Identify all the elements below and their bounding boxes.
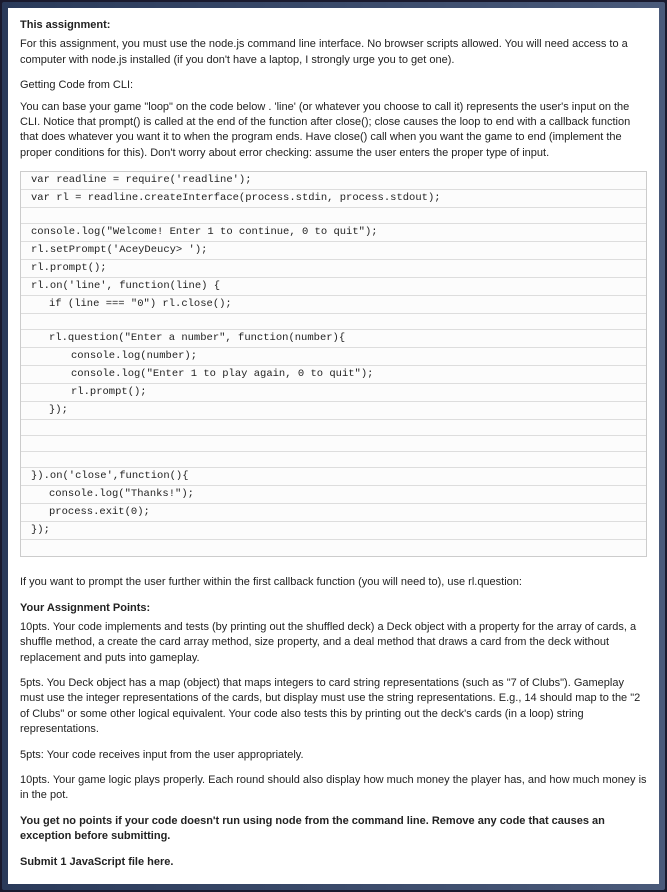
assignment-heading: This assignment:	[20, 18, 647, 33]
code-line: rl.question("Enter a number", function(n…	[21, 330, 646, 348]
code-line: process.exit(0);	[21, 504, 646, 522]
code-line: console.log("Welcome! Enter 1 to continu…	[21, 224, 646, 242]
warning-paragraph: You get no points if your code doesn't r…	[20, 814, 647, 845]
code-line: console.log("Thanks!");	[21, 486, 646, 504]
code-line: console.log("Enter 1 to play again, 0 to…	[21, 366, 646, 384]
getting-code-paragraph: You can base your game "loop" on the cod…	[20, 100, 647, 162]
code-line: rl.prompt();	[21, 260, 646, 278]
code-line: }).on('close',function(){	[21, 468, 646, 486]
code-line	[21, 452, 646, 468]
code-line	[21, 314, 646, 330]
submit-paragraph: Submit 1 JavaScript file here.	[20, 855, 647, 870]
points-item: 10pts. Your code implements and tests (b…	[20, 620, 647, 666]
code-line	[21, 208, 646, 224]
code-line: rl.setPrompt('AceyDeucy> ');	[21, 242, 646, 260]
getting-code-heading: Getting Code from CLI:	[20, 78, 647, 93]
code-line: rl.prompt();	[21, 384, 646, 402]
code-line: });	[21, 522, 646, 540]
page-frame: This assignment: For this assignment, yo…	[2, 2, 665, 890]
points-item: 5pts: Your code receives input from the …	[20, 748, 647, 763]
code-line: rl.on('line', function(line) {	[21, 278, 646, 296]
code-line: if (line === "0") rl.close();	[21, 296, 646, 314]
intro-paragraph: For this assignment, you must use the no…	[20, 37, 647, 68]
code-line	[21, 540, 646, 556]
after-code-paragraph: If you want to prompt the user further w…	[20, 575, 647, 590]
code-block: var readline = require('readline'); var …	[20, 171, 647, 557]
code-line: console.log(number);	[21, 348, 646, 366]
points-item: 5pts. You Deck object has a map (object)…	[20, 676, 647, 738]
code-line: var rl = readline.createInterface(proces…	[21, 190, 646, 208]
code-line: });	[21, 402, 646, 420]
code-line: var readline = require('readline');	[21, 172, 646, 190]
content-panel: This assignment: For this assignment, yo…	[8, 8, 659, 884]
points-heading: Your Assignment Points:	[20, 601, 647, 616]
code-line	[21, 436, 646, 452]
points-item: 10pts. Your game logic plays properly. E…	[20, 773, 647, 804]
code-line	[21, 420, 646, 436]
